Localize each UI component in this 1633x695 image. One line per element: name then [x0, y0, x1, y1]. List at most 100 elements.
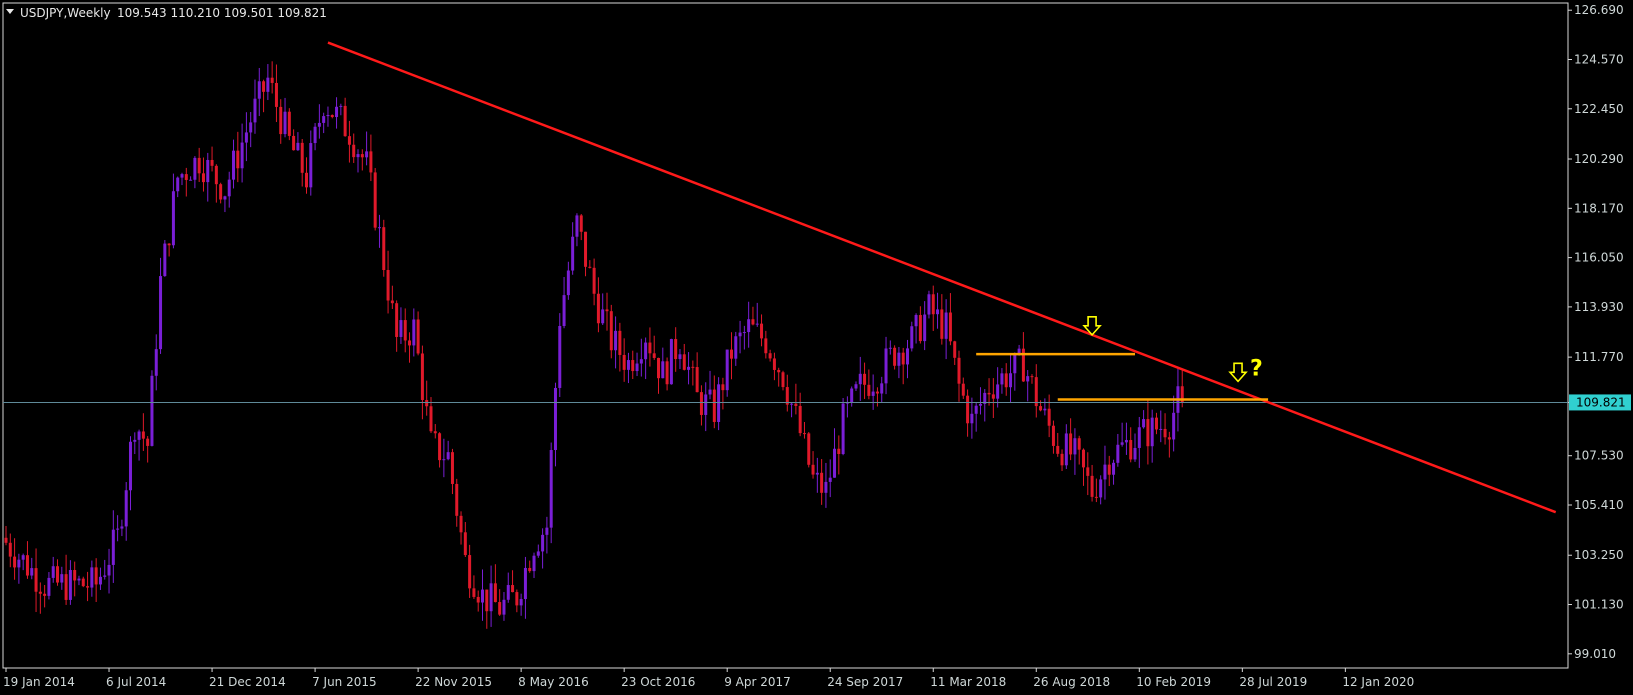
candle-body [875, 391, 879, 394]
candle-body [644, 342, 648, 360]
candle-body [777, 369, 781, 373]
candle-body [961, 383, 965, 396]
trendline[interactable] [327, 41, 1557, 514]
candle-body [515, 592, 519, 606]
candle-body [365, 151, 369, 158]
time-tick-label: 22 Nov 2015 [415, 675, 492, 689]
time-tick-label: 6 Jul 2014 [106, 675, 166, 689]
candle-body [180, 174, 184, 178]
candle-body [103, 575, 107, 577]
candle-body [81, 578, 85, 587]
candle-body [665, 361, 669, 385]
candle-body [4, 537, 8, 543]
candle-body [897, 352, 901, 366]
candle-body [1060, 453, 1064, 466]
candle-body [837, 448, 841, 455]
price-chart[interactable]: USDJPY,Weekly 109.543 110.210 109.501 10… [0, 0, 1633, 695]
candle-body [107, 564, 111, 576]
candle-body [631, 360, 635, 372]
time-tick-label: 23 Oct 2016 [621, 675, 695, 689]
price-tick-label: 113.930 [1574, 300, 1624, 314]
candle-body [571, 236, 575, 271]
candle-body [176, 177, 180, 192]
candle-body [339, 105, 343, 107]
candle-body [21, 555, 25, 560]
candle-body [1056, 445, 1060, 454]
candle-body [940, 309, 944, 339]
candle-body [116, 528, 120, 530]
candle-body [884, 348, 888, 384]
candle-body [1043, 408, 1047, 411]
candle-body [442, 459, 446, 461]
candle-body [893, 347, 897, 366]
time-tick-label: 19 Jan 2014 [3, 675, 75, 689]
candle-body [1099, 479, 1103, 498]
candle-body [987, 392, 991, 395]
candle-body [541, 534, 545, 552]
candle-body [120, 526, 124, 529]
candle-body [197, 157, 201, 174]
candle-body [141, 431, 145, 439]
candle-body [481, 589, 485, 603]
candle-body [193, 157, 197, 180]
price-tick-label: 120.290 [1574, 152, 1624, 166]
candle-body [626, 360, 630, 370]
time-tick-label: 11 Mar 2018 [930, 675, 1006, 689]
candle-body [347, 136, 351, 145]
price-tick-label: 111.770 [1574, 350, 1624, 364]
candle-body [1009, 373, 1013, 388]
candle-body [622, 354, 626, 370]
candle-body [699, 392, 703, 415]
candle-body [266, 77, 270, 92]
candle-body [287, 111, 291, 136]
candle-body [420, 353, 424, 400]
candle-body [661, 361, 665, 379]
candle-body [601, 309, 605, 324]
candle-body [335, 106, 339, 118]
candle-body [47, 577, 51, 596]
candle-body [184, 174, 188, 180]
candle-body [300, 142, 304, 173]
candle-body [592, 267, 596, 294]
candle-body [652, 353, 656, 358]
candle-body [1167, 437, 1171, 440]
candle-body [772, 358, 776, 370]
candle-body [227, 179, 231, 197]
candle-body [841, 403, 845, 455]
candle-body [382, 227, 386, 271]
candle-body [798, 405, 802, 434]
plot-frame [2, 2, 1569, 669]
candle-body [296, 142, 300, 151]
candle-body [695, 367, 699, 393]
down-arrow-icon[interactable] [1228, 362, 1248, 383]
candle-body [438, 433, 442, 461]
candle-body [931, 294, 935, 315]
candle-body [317, 122, 321, 127]
candle-body [429, 406, 433, 432]
price-tick-label: 122.450 [1574, 102, 1624, 116]
symbol-dropdown-icon[interactable] [6, 9, 14, 14]
candle-body [687, 366, 691, 370]
price-tick-label: 103.250 [1574, 548, 1624, 562]
candle-body [450, 452, 454, 484]
candle-body [257, 81, 261, 99]
candle-body [1107, 464, 1111, 475]
candle-body [253, 98, 257, 123]
candle-body [343, 105, 347, 137]
candle-body [648, 342, 652, 354]
candle-body [747, 319, 751, 333]
candle-body [575, 215, 579, 237]
candle-body [669, 339, 673, 385]
current-price-label: 109.821 [1576, 395, 1626, 409]
candle-body [1000, 373, 1004, 385]
symbol-label: USDJPY,Weekly [20, 6, 111, 20]
candle-body [1077, 438, 1081, 450]
candle-body [725, 349, 729, 391]
candle-body [614, 330, 618, 351]
candle-body [292, 135, 296, 151]
candle-body [459, 515, 463, 533]
time-tick-label: 28 Jul 2019 [1239, 675, 1307, 689]
candle-body [416, 319, 420, 354]
candle-body [815, 472, 819, 475]
candle-body [704, 394, 708, 415]
